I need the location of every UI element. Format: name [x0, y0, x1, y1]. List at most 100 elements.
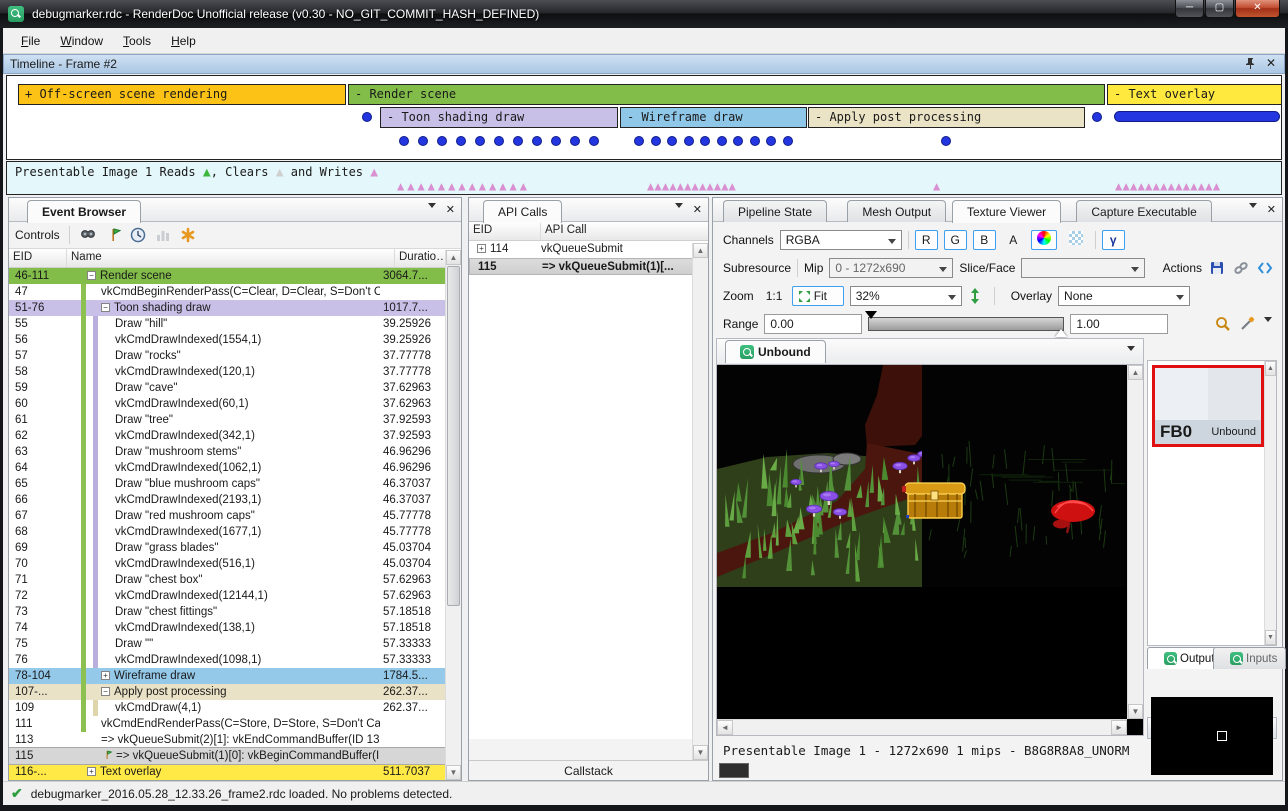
event-row[interactable]: 66vkCmdDrawIndexed(2193,1)46.37037 [9, 492, 446, 508]
timeline-marker[interactable]: + Off-screen scene rendering [18, 84, 346, 105]
event-row[interactable]: 57Draw "rocks"37.77778 [9, 348, 446, 364]
channel-a-button[interactable]: A [1002, 230, 1025, 250]
asterisk-icon[interactable] [179, 226, 197, 244]
event-row[interactable]: 75Draw ""57.33333 [9, 636, 446, 652]
preview-tab-list-icon[interactable] [1125, 346, 1135, 360]
colorwheel-button[interactable] [1031, 230, 1057, 250]
close-button[interactable]: ✕ [1235, 0, 1280, 18]
outputs-scrollbar[interactable]: ▲▼ [1264, 361, 1276, 645]
time-icon[interactable] [129, 226, 147, 244]
api-calls-menu-icon[interactable] [673, 203, 683, 217]
save-icon[interactable] [1208, 259, 1226, 277]
event-row[interactable]: 55Draw "hill"39.25926 [9, 316, 446, 332]
event-browser-scrollbar[interactable]: ▲ ▼ [445, 250, 461, 780]
api-call-row[interactable]: 115=> vkQueueSubmit(1)[... [469, 258, 708, 275]
timeline-close-icon[interactable]: ✕ [1266, 57, 1276, 70]
event-row[interactable]: 56vkCmdDrawIndexed(1554,1)39.25926 [9, 332, 446, 348]
bookmark-flag-icon[interactable] [104, 226, 122, 244]
event-row[interactable]: 58vkCmdDrawIndexed(120,1)37.77778 [9, 364, 446, 380]
range-max-input[interactable]: 1.00 [1070, 314, 1168, 334]
event-row[interactable]: 107-...−Apply post processing262.37... [9, 684, 446, 700]
event-row[interactable]: 76vkCmdDrawIndexed(1098,1)57.33333 [9, 652, 446, 668]
zoom-fit-button[interactable]: Fit [792, 286, 844, 306]
timeline-marker[interactable]: - Render scene [348, 84, 1105, 105]
channel-g-button[interactable]: G [944, 230, 967, 250]
event-row[interactable]: 51-76−Toon shading draw1017.7... [9, 300, 446, 316]
timeline-marker[interactable]: - Wireframe draw [620, 107, 807, 128]
event-row[interactable]: 111vkCmdEndRenderPass(C=Store, D=Store, … [9, 716, 446, 732]
viewport-vscroll[interactable]: ▲▼ [1127, 365, 1143, 719]
tab-event-browser[interactable]: Event Browser [27, 200, 141, 223]
collapse-icon[interactable]: − [87, 271, 96, 280]
gamma-button[interactable]: γ [1102, 230, 1125, 250]
zoom-level-combo[interactable]: 32% [850, 286, 962, 306]
event-row[interactable]: 115=> vkQueueSubmit(1)[0]: vkBeginComman… [9, 748, 446, 764]
event-browser-menu-icon[interactable] [426, 203, 436, 217]
event-row[interactable]: 73Draw "chest fittings"57.18518 [9, 604, 446, 620]
event-row[interactable]: 68vkCmdDrawIndexed(1677,1)45.77778 [9, 524, 446, 540]
timeline-marker[interactable]: - Toon shading draw [380, 107, 618, 128]
event-row[interactable]: 74vkCmdDrawIndexed(138,1)57.18518 [9, 620, 446, 636]
output-thumbnail-fb0[interactable]: FB0 Unbound [1152, 365, 1264, 447]
range-overflow-icon[interactable] [1262, 317, 1272, 331]
texture-viewer-close-icon[interactable]: ✕ [1267, 203, 1276, 217]
range-slider[interactable] [868, 317, 1064, 331]
texture-viewer-menu-icon[interactable] [1247, 203, 1257, 217]
find-icon[interactable] [79, 226, 97, 244]
api-calls-scrollbar[interactable]: ▲ ▼ [692, 243, 708, 760]
event-row[interactable]: 67Draw "red mushroom caps"45.77778 [9, 508, 446, 524]
channels-combo[interactable]: RGBA [780, 230, 902, 250]
event-row[interactable]: 71Draw "chest box"57.62963 [9, 572, 446, 588]
tab-api-calls[interactable]: API Calls [483, 200, 562, 223]
tab-texture-viewer[interactable]: Texture Viewer [952, 200, 1061, 223]
event-browser-close-icon[interactable]: ✕ [446, 203, 455, 217]
statistics-icon[interactable] [154, 226, 172, 244]
tab-unbound-texture[interactable]: Unbound [725, 340, 826, 363]
expand-icon[interactable]: + [101, 671, 110, 680]
timeline-marker[interactable]: - Apply post processing [808, 107, 1085, 128]
expand-icon[interactable]: + [477, 244, 486, 253]
event-row[interactable]: 60vkCmdDrawIndexed(60,1)37.62963 [9, 396, 446, 412]
menu-window[interactable]: Window [50, 30, 113, 52]
api-calls-close-icon[interactable]: ✕ [693, 203, 702, 217]
event-row[interactable]: 59Draw "cave"37.62963 [9, 380, 446, 396]
event-row[interactable]: 72vkCmdDrawIndexed(12144,1)57.62963 [9, 588, 446, 604]
timeline-panel[interactable]: + Off-screen scene rendering- Render sce… [6, 75, 1282, 160]
timeline-marker[interactable]: - Text overlay [1107, 84, 1282, 105]
overlay-combo[interactable]: None [1058, 286, 1190, 306]
event-row[interactable]: 63Draw "mushroom stems"46.96296 [9, 444, 446, 460]
expand-icon[interactable]: + [87, 767, 96, 776]
pixel-context-view[interactable] [1151, 697, 1273, 775]
event-row[interactable]: 64vkCmdDrawIndexed(1062,1)46.96296 [9, 460, 446, 476]
menu-file[interactable]: File [11, 30, 50, 52]
maximize-button[interactable]: ▢ [1205, 0, 1234, 18]
range-min-input[interactable]: 0.00 [764, 314, 862, 334]
slice-combo[interactable] [1021, 258, 1145, 278]
api-call-row[interactable]: +114vkQueueSubmit [469, 241, 708, 258]
range-white-marker[interactable] [1055, 323, 1067, 337]
event-row[interactable]: 109vkCmdDraw(4,1)262.37... [9, 700, 446, 716]
open-code-icon[interactable] [1256, 259, 1274, 277]
menu-tools[interactable]: Tools [113, 30, 161, 52]
viewport-hscroll[interactable]: ◄ ► [717, 719, 1127, 735]
tab-mesh-output[interactable]: Mesh Output [847, 200, 946, 222]
event-row[interactable]: 61Draw "tree"37.92593 [9, 412, 446, 428]
tab-pipeline-state[interactable]: Pipeline State [723, 200, 827, 222]
collapse-icon[interactable]: − [101, 687, 110, 696]
autofit-wand-icon[interactable] [1238, 315, 1256, 333]
event-row[interactable]: 62vkCmdDrawIndexed(342,1)37.92593 [9, 428, 446, 444]
event-row[interactable]: 47vkCmdBeginRenderPass(C=Clear, D=Clear,… [9, 284, 446, 300]
range-black-marker[interactable] [865, 311, 877, 325]
event-row[interactable]: 78-104+Wireframe draw1784.5... [9, 668, 446, 684]
event-row[interactable]: 65Draw "blue mushroom caps"46.37037 [9, 476, 446, 492]
channel-b-button[interactable]: B [973, 230, 996, 250]
menu-help[interactable]: Help [161, 30, 206, 52]
callstack-bar[interactable]: Callstack [469, 760, 708, 780]
channel-r-button[interactable]: R [915, 230, 938, 250]
mip-combo[interactable]: 0 - 1272x690 [829, 258, 953, 278]
event-row[interactable]: 113=> vkQueueSubmit(2)[1]: vkEndCommandB… [9, 732, 446, 748]
flip-y-icon[interactable] [968, 287, 982, 305]
event-row[interactable]: 116-...+Text overlay511.7037 [9, 764, 446, 780]
minimize-button[interactable]: ─ [1175, 0, 1204, 18]
pin-icon[interactable] [1245, 57, 1256, 70]
